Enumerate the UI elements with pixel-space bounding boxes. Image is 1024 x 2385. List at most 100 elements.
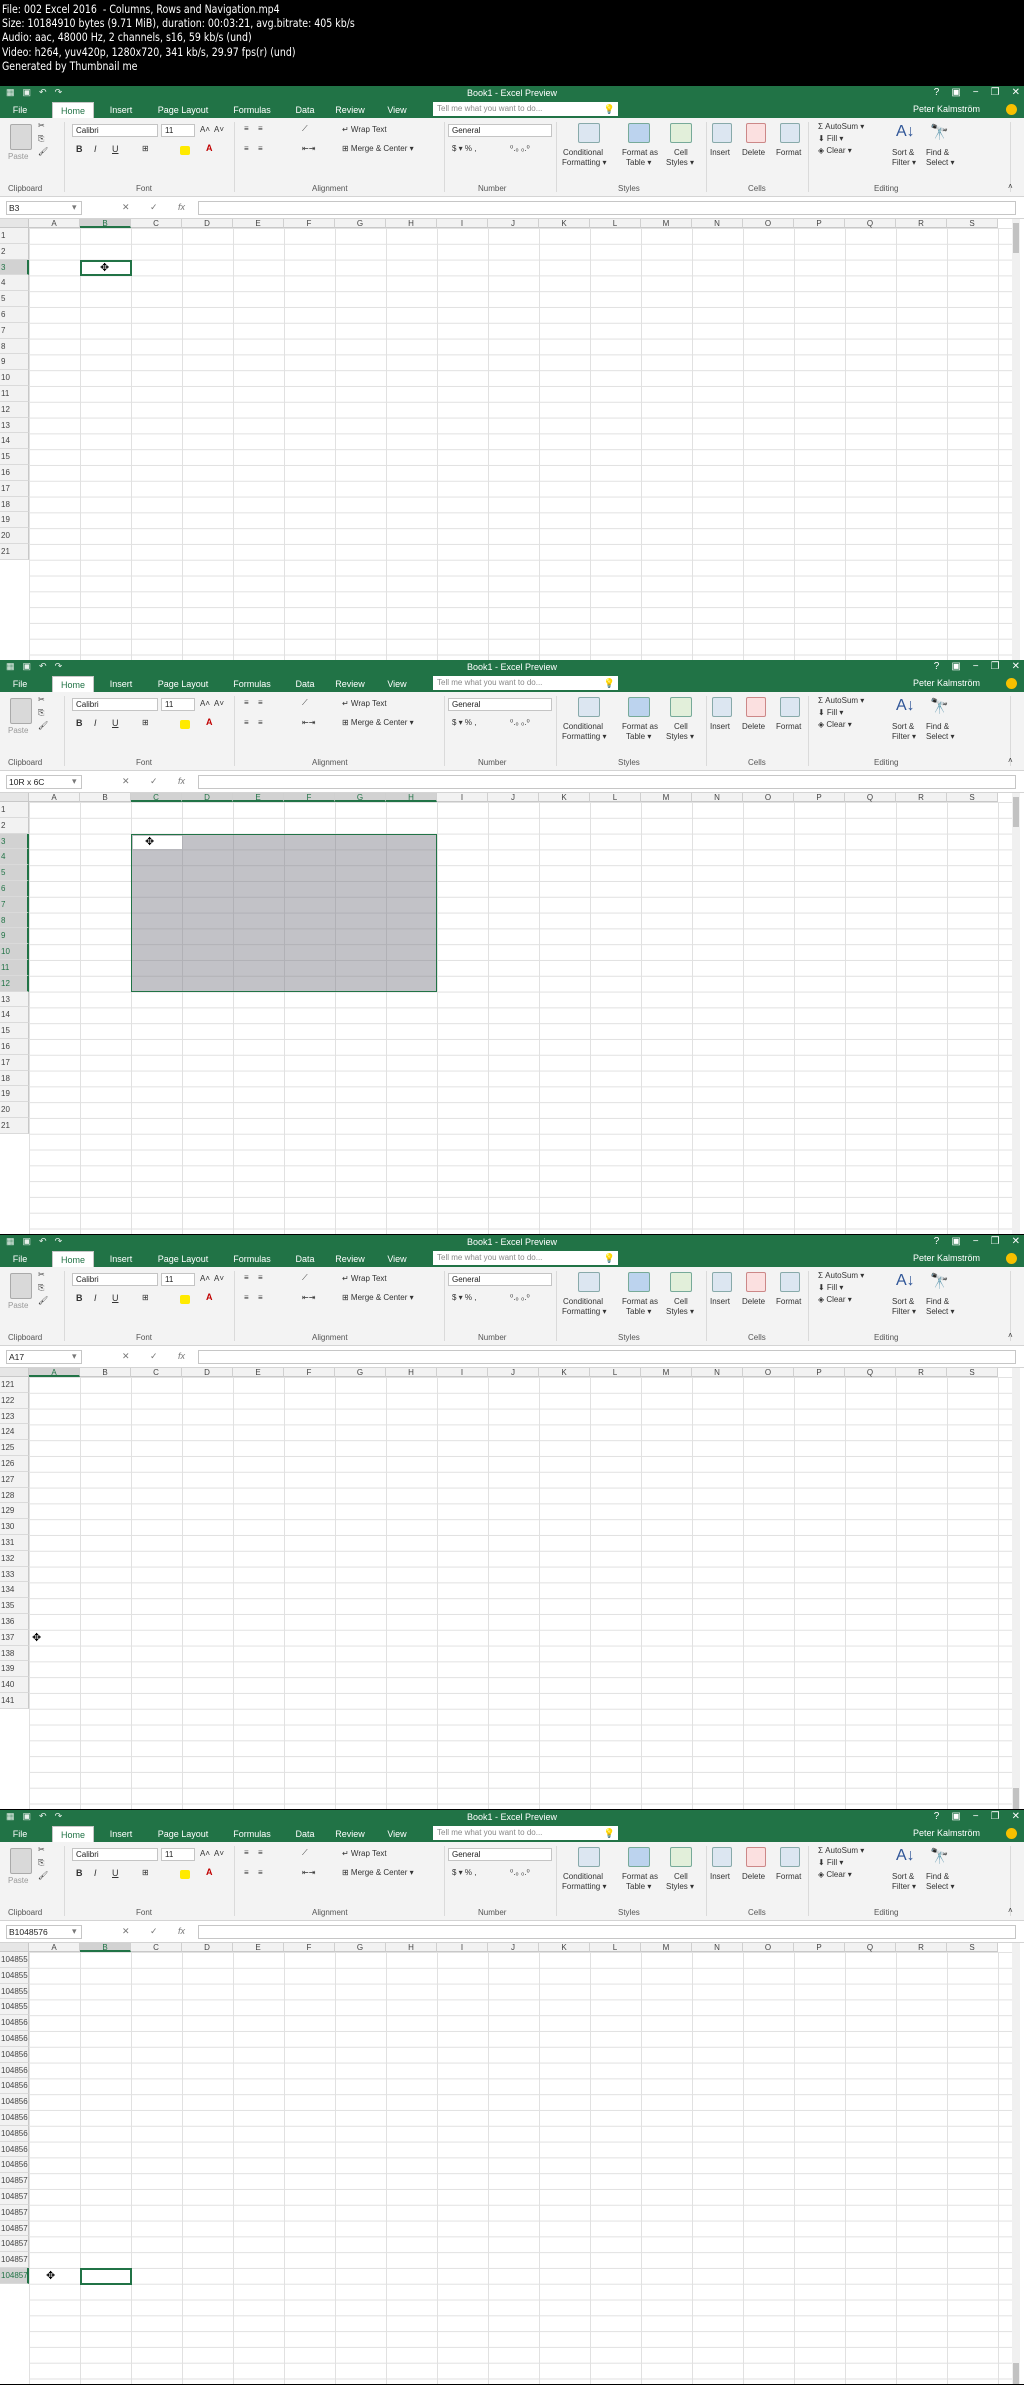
font-size-select[interactable]: 11 bbox=[161, 698, 195, 711]
decimal-icon[interactable]: ⁰.₀ ₀.⁰ bbox=[510, 1293, 530, 1302]
column-header-p[interactable]: P bbox=[794, 793, 845, 802]
number-format-select[interactable]: General bbox=[448, 698, 552, 711]
sort-filter-icon[interactable]: A↓ bbox=[896, 123, 915, 141]
vertical-scrollbar[interactable] bbox=[1012, 1368, 1020, 1809]
row-header[interactable]: 8 bbox=[0, 912, 29, 929]
align-middle-icon[interactable]: ≡ bbox=[258, 124, 263, 133]
tab-formulas[interactable]: Formulas bbox=[226, 102, 278, 118]
column-header-p[interactable]: P bbox=[794, 219, 845, 228]
insert-function-icon[interactable]: fx bbox=[178, 202, 185, 212]
format-as-table-label[interactable]: Format as bbox=[622, 722, 658, 731]
column-header-m[interactable]: M bbox=[641, 219, 692, 228]
feedback-smiley-icon[interactable] bbox=[1006, 1828, 1017, 1839]
row-header[interactable]: 10 bbox=[0, 370, 29, 386]
row-header[interactable]: 139 bbox=[0, 1661, 29, 1678]
conditional-formatting-icon[interactable] bbox=[578, 697, 600, 717]
tab-data[interactable]: Data bbox=[290, 676, 320, 692]
decimal-icon[interactable]: ⁰.₀ ₀.⁰ bbox=[510, 1868, 530, 1877]
row-header[interactable]: 123 bbox=[0, 1408, 29, 1425]
row-header[interactable]: 122 bbox=[0, 1392, 29, 1409]
row-header[interactable]: 131 bbox=[0, 1535, 29, 1551]
column-header-j[interactable]: J bbox=[488, 1943, 539, 1952]
orientation-icon[interactable]: ⟋ bbox=[302, 1848, 308, 1858]
close-icon[interactable]: ✕ bbox=[1012, 1811, 1020, 1822]
tab-page-layout[interactable]: Page Layout bbox=[152, 102, 214, 118]
insert-cells-button[interactable]: Insert bbox=[710, 1297, 730, 1306]
sort-filter-label-2[interactable]: Filter ▾ bbox=[892, 1882, 916, 1891]
row-header[interactable]: 126 bbox=[0, 1456, 29, 1472]
shrink-font-icon[interactable]: A˅ bbox=[214, 699, 224, 708]
row-header[interactable]: 19 bbox=[0, 1086, 29, 1103]
find-select-label-2[interactable]: Select ▾ bbox=[926, 732, 954, 741]
find-select-label-2[interactable]: Select ▾ bbox=[926, 1882, 954, 1891]
copy-icon[interactable]: ⎘ bbox=[38, 1283, 44, 1293]
tab-review[interactable]: Review bbox=[330, 102, 370, 118]
row-header[interactable]: 8 bbox=[0, 338, 29, 355]
feedback-smiley-icon[interactable] bbox=[1006, 104, 1017, 115]
cell-styles-icon[interactable] bbox=[670, 1847, 692, 1867]
formula-input[interactable] bbox=[198, 1925, 1016, 1939]
tab-formulas[interactable]: Formulas bbox=[226, 1251, 278, 1267]
row-header[interactable]: 1048575 bbox=[0, 2252, 29, 2268]
collapse-ribbon-icon[interactable]: ˄ bbox=[1008, 182, 1013, 191]
column-header-q[interactable]: Q bbox=[845, 793, 896, 802]
paste-icon[interactable] bbox=[10, 124, 32, 150]
cancel-entry-icon[interactable]: ✕ bbox=[122, 1926, 130, 1937]
row-header[interactable]: 16 bbox=[0, 1039, 29, 1055]
cell-styles-label-2[interactable]: Styles ▾ bbox=[666, 1882, 694, 1891]
row-header[interactable]: 1048559 bbox=[0, 1999, 29, 2016]
delete-cells-button[interactable]: Delete bbox=[742, 148, 765, 157]
font-color-icon[interactable]: A bbox=[206, 1867, 213, 1877]
column-header-p[interactable]: P bbox=[794, 1368, 845, 1377]
tab-page-layout[interactable]: Page Layout bbox=[152, 1826, 214, 1842]
row-header[interactable]: 1048556 bbox=[0, 1952, 29, 1968]
name-box[interactable]: B3 bbox=[6, 201, 82, 215]
row-header[interactable]: 141 bbox=[0, 1693, 29, 1709]
orientation-icon[interactable]: ⟋ bbox=[302, 698, 308, 708]
fill-color-icon[interactable] bbox=[180, 720, 190, 729]
paste-button[interactable]: Paste bbox=[8, 1876, 28, 1885]
grow-font-icon[interactable]: A˄ bbox=[200, 1274, 210, 1283]
row-header[interactable]: 3 bbox=[0, 833, 29, 850]
cut-icon[interactable]: ✂ bbox=[38, 1845, 45, 1854]
format-painter-icon[interactable]: 🖌 bbox=[38, 1871, 48, 1880]
row-header[interactable]: 9 bbox=[0, 928, 29, 945]
fill-color-icon[interactable] bbox=[180, 1295, 190, 1304]
underline-button[interactable]: U bbox=[112, 718, 119, 728]
insert-function-icon[interactable]: fx bbox=[178, 776, 185, 786]
row-header[interactable]: 5 bbox=[0, 865, 29, 881]
row-header[interactable]: 1 bbox=[0, 802, 29, 818]
feedback-smiley-icon[interactable] bbox=[1006, 1253, 1017, 1264]
column-header-a[interactable]: A bbox=[29, 793, 80, 802]
currency-icon[interactable]: $ ▾ % , bbox=[452, 144, 476, 153]
paste-icon[interactable] bbox=[10, 1273, 32, 1299]
row-header[interactable]: 4 bbox=[0, 275, 29, 292]
name-box[interactable]: B1048576 bbox=[6, 1925, 82, 1939]
format-painter-icon[interactable]: 🖌 bbox=[38, 721, 48, 730]
column-header-s[interactable]: S bbox=[947, 1368, 998, 1377]
column-header-c[interactable]: C bbox=[131, 1368, 182, 1377]
row-header[interactable]: 9 bbox=[0, 354, 29, 371]
column-header-r[interactable]: R bbox=[896, 1943, 947, 1952]
font-name-select[interactable]: Calibri bbox=[72, 698, 158, 711]
align-middle-icon[interactable]: ≡ bbox=[258, 1848, 263, 1857]
merge-center-button[interactable]: ⊞ Merge & Center ▾ bbox=[342, 718, 414, 727]
underline-button[interactable]: U bbox=[112, 1868, 119, 1878]
column-header-d[interactable]: D bbox=[182, 1368, 233, 1377]
format-as-table-icon[interactable] bbox=[628, 1272, 650, 1292]
column-header-c[interactable]: C bbox=[131, 219, 182, 228]
row-header[interactable]: 20 bbox=[0, 1102, 29, 1118]
find-select-icon[interactable]: 🔭 bbox=[930, 123, 949, 141]
row-header[interactable]: 11 bbox=[0, 386, 29, 402]
row-header[interactable]: 133 bbox=[0, 1566, 29, 1583]
column-header-i[interactable]: I bbox=[437, 1943, 488, 1952]
sort-filter-icon[interactable]: A↓ bbox=[896, 1272, 915, 1290]
grow-font-icon[interactable]: A˄ bbox=[200, 699, 210, 708]
find-select-label-2[interactable]: Select ▾ bbox=[926, 158, 954, 167]
help-icon[interactable]: ? bbox=[934, 1811, 940, 1822]
row-header[interactable]: 12 bbox=[0, 975, 29, 992]
confirm-entry-icon[interactable]: ✓ bbox=[150, 776, 158, 787]
row-header[interactable]: 132 bbox=[0, 1550, 29, 1567]
column-header-p[interactable]: P bbox=[794, 1943, 845, 1952]
autosum-button[interactable]: Σ AutoSum ▾ bbox=[818, 122, 864, 131]
